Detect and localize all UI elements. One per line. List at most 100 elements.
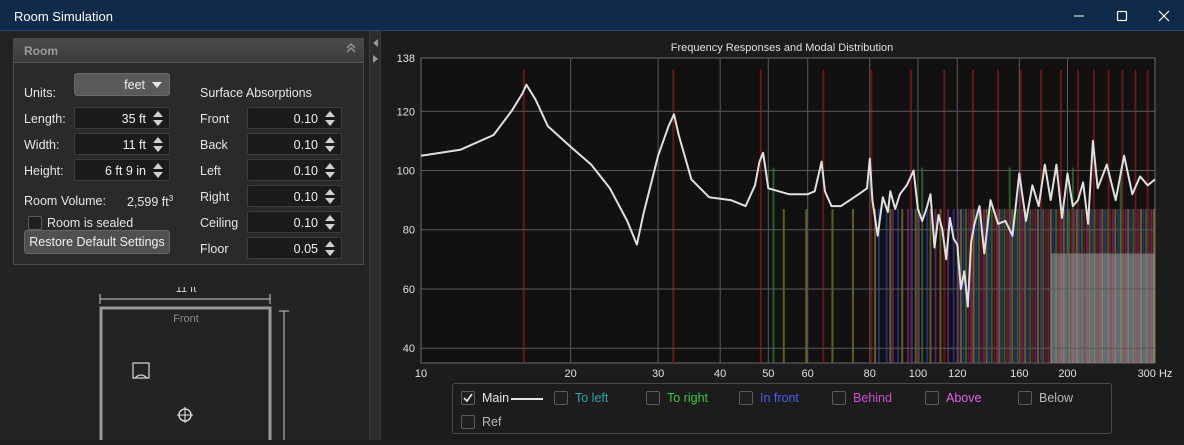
mode-bar	[1044, 209, 1047, 363]
width-spinbox[interactable]: 11 ft	[74, 133, 170, 155]
listener-crosshair-icon[interactable]	[177, 407, 193, 423]
room-width-dimension: 11 ft	[176, 287, 197, 295]
checkbox[interactable]	[646, 391, 660, 405]
surface-label-ceiling: Ceiling	[200, 216, 239, 230]
surface-spinbox-floor[interactable]: 0.05	[247, 237, 342, 259]
units-select[interactable]: feet	[74, 73, 170, 96]
pane-splitter[interactable]	[369, 31, 381, 440]
x-tick-label: 50	[762, 368, 774, 380]
checkbox[interactable]	[832, 391, 846, 405]
checkbox[interactable]	[1018, 391, 1032, 405]
spin-arrows-icon[interactable]	[149, 162, 167, 178]
mode-bar	[1016, 209, 1019, 363]
surface-spinbox-front[interactable]: 0.10	[247, 107, 342, 129]
length-value: 35 ft	[121, 112, 146, 126]
mode-bar	[782, 209, 785, 363]
mode-bar	[970, 209, 973, 363]
minimize-button[interactable]	[1056, 0, 1102, 31]
x-tick-label: 160	[1010, 368, 1028, 380]
spin-arrows-icon[interactable]	[149, 136, 167, 152]
mode-bar	[983, 209, 986, 363]
collapse-left-icon[interactable]	[373, 39, 378, 47]
maximize-icon	[1116, 10, 1128, 21]
x-tick-label: 120	[948, 368, 966, 380]
mode-bar	[993, 209, 996, 363]
double-chevron-up-icon[interactable]	[345, 42, 357, 57]
spin-arrows-icon[interactable]	[321, 136, 339, 152]
mode-bar	[943, 69, 946, 363]
expand-right-icon[interactable]	[373, 55, 378, 63]
surface-value: 0.10	[293, 216, 318, 230]
y-tick-label: 138	[397, 53, 415, 65]
spin-arrows-icon[interactable]	[321, 188, 339, 204]
surface-label-back: Back	[200, 138, 228, 152]
surface-spinbox-ceiling[interactable]: 0.10	[247, 211, 342, 233]
spin-arrows-icon[interactable]	[321, 214, 339, 230]
checkbox[interactable]	[461, 415, 475, 429]
chevron-down-icon	[152, 82, 162, 88]
surface-label-floor: Floor	[200, 242, 229, 256]
room-group: Room Units: feet Length: 35 ft Width: 11…	[13, 38, 364, 265]
checkbox[interactable]	[739, 391, 753, 405]
room-diagram: 11 ft Front	[95, 283, 295, 445]
mode-bar	[939, 209, 942, 363]
x-tick-label: 30	[652, 368, 664, 380]
mode-bar	[977, 209, 980, 363]
surface-label-left: Left	[200, 164, 221, 178]
mode-density-band	[1050, 253, 1155, 363]
maximize-button[interactable]	[1099, 0, 1145, 31]
frequency-response-chart[interactable]: 10 20 30 40 50 60 80 100 120 160 200 300 Hz 138 120 10…	[381, 31, 1184, 383]
x-tick-label: 40	[714, 368, 726, 380]
legend-label: Above	[946, 391, 982, 405]
surface-spinbox-right[interactable]: 0.10	[247, 185, 342, 207]
room-group-title: Room	[24, 44, 58, 58]
mode-bar	[891, 209, 894, 363]
checkbox[interactable]	[554, 391, 568, 405]
surface-value: 0.05	[293, 242, 318, 256]
surface-spinbox-back[interactable]: 0.10	[247, 133, 342, 155]
speaker-icon[interactable]	[132, 362, 150, 379]
height-value: 6 ft 9 in	[105, 164, 146, 178]
surface-value: 0.10	[293, 112, 318, 126]
close-button[interactable]	[1141, 0, 1184, 31]
mode-bar	[1003, 209, 1006, 363]
mode-bar	[1039, 209, 1042, 363]
graph-pane: 10 20 30 40 50 60 80 100 120 160 200 300 Hz 138 120 10…	[381, 31, 1184, 440]
mode-bar	[870, 69, 873, 363]
room-settings-pane: Room Units: feet Length: 35 ft Width: 11…	[0, 31, 369, 445]
mode-bar	[805, 209, 808, 363]
mode-bar	[911, 209, 914, 363]
room-sealed-checkbox[interactable]	[28, 216, 42, 230]
spin-arrows-icon[interactable]	[321, 162, 339, 178]
mode-bar	[759, 69, 762, 363]
volume-label: Room Volume:	[24, 194, 106, 208]
room-plan-svg: 11 ft Front	[99, 283, 289, 445]
mode-bar	[1029, 209, 1032, 363]
restore-default-settings-button[interactable]: Restore Default Settings	[24, 230, 170, 254]
mode-bar	[1042, 209, 1045, 363]
legend-label: Behind	[853, 391, 892, 405]
height-label: Height:	[24, 164, 64, 178]
mode-bar	[962, 209, 965, 363]
title-bar: Room Simulation	[0, 0, 1184, 31]
surface-label-right: Right	[200, 190, 230, 204]
length-spinbox[interactable]: 35 ft	[74, 107, 170, 129]
room-group-header[interactable]: Room	[14, 39, 363, 63]
spin-arrows-icon[interactable]	[149, 110, 167, 126]
x-tick-label: 10	[415, 368, 427, 380]
height-spinbox[interactable]: 6 ft 9 in	[74, 159, 170, 181]
mode-bar	[1001, 209, 1004, 363]
spin-arrows-icon[interactable]	[321, 110, 339, 126]
mode-bar	[990, 209, 993, 363]
checkbox[interactable]	[925, 391, 939, 405]
y-tick-label: 120	[397, 106, 415, 118]
chart-title: Frequency Responses and Modal Distributi…	[671, 42, 894, 54]
width-value: 11 ft	[122, 138, 146, 152]
checkmark-icon[interactable]	[461, 391, 475, 405]
mode-bar	[1013, 209, 1016, 363]
y-tick-label: 40	[403, 343, 415, 355]
surface-spinbox-left[interactable]: 0.10	[247, 159, 342, 181]
spin-arrows-icon[interactable]	[321, 240, 339, 256]
x-tick-label: 100	[909, 368, 927, 380]
surface-value: 0.10	[293, 190, 318, 204]
